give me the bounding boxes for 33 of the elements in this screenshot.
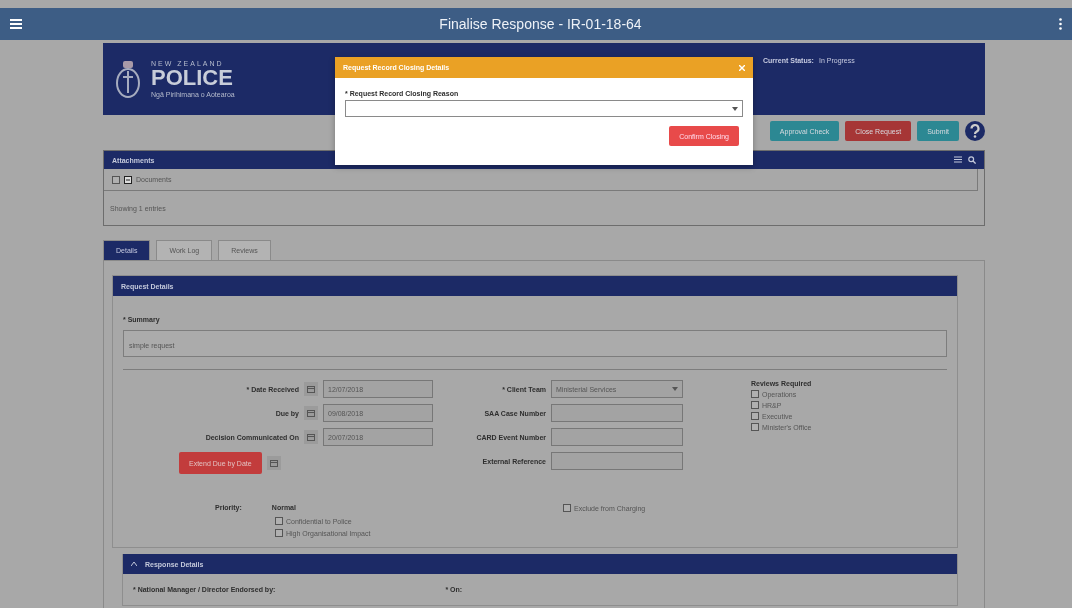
help-icon[interactable] — [965, 121, 985, 141]
calendar-button[interactable] — [304, 382, 318, 396]
search-icon[interactable] — [968, 156, 976, 164]
more-icon[interactable] — [1059, 18, 1062, 30]
checkbox[interactable] — [563, 504, 571, 512]
input-field[interactable] — [551, 428, 683, 446]
calendar-button[interactable] — [304, 430, 318, 444]
select-field[interactable] — [345, 100, 743, 117]
calendar-icon — [269, 459, 278, 467]
close-icon[interactable] — [739, 64, 745, 71]
checkbox[interactable] — [112, 175, 120, 184]
caret-icon — [732, 106, 738, 111]
page-title: Finalise Response - IR-01-18-64 — [439, 16, 642, 32]
chevron-icon[interactable] — [131, 562, 137, 566]
calendar-button[interactable] — [304, 406, 318, 420]
logo-text: POLICE — [151, 67, 234, 89]
calendar-button[interactable] — [266, 456, 281, 470]
checkbox[interactable] — [751, 423, 759, 431]
checkbox[interactable] — [751, 412, 759, 420]
collapse-icon[interactable] — [124, 175, 132, 184]
caret-icon — [672, 387, 678, 391]
input-field[interactable] — [551, 452, 683, 470]
columns-icon[interactable] — [954, 156, 962, 163]
input-field[interactable] — [551, 404, 683, 422]
calendar-icon — [307, 409, 315, 417]
calendar-icon — [307, 385, 315, 393]
checkbox[interactable] — [751, 401, 759, 409]
checkbox[interactable] — [275, 529, 283, 537]
checkbox[interactable] — [751, 390, 759, 398]
calendar-icon — [307, 433, 315, 441]
crest-icon — [115, 59, 141, 99]
menu-icon[interactable] — [10, 19, 22, 29]
checkbox[interactable] — [275, 517, 283, 525]
